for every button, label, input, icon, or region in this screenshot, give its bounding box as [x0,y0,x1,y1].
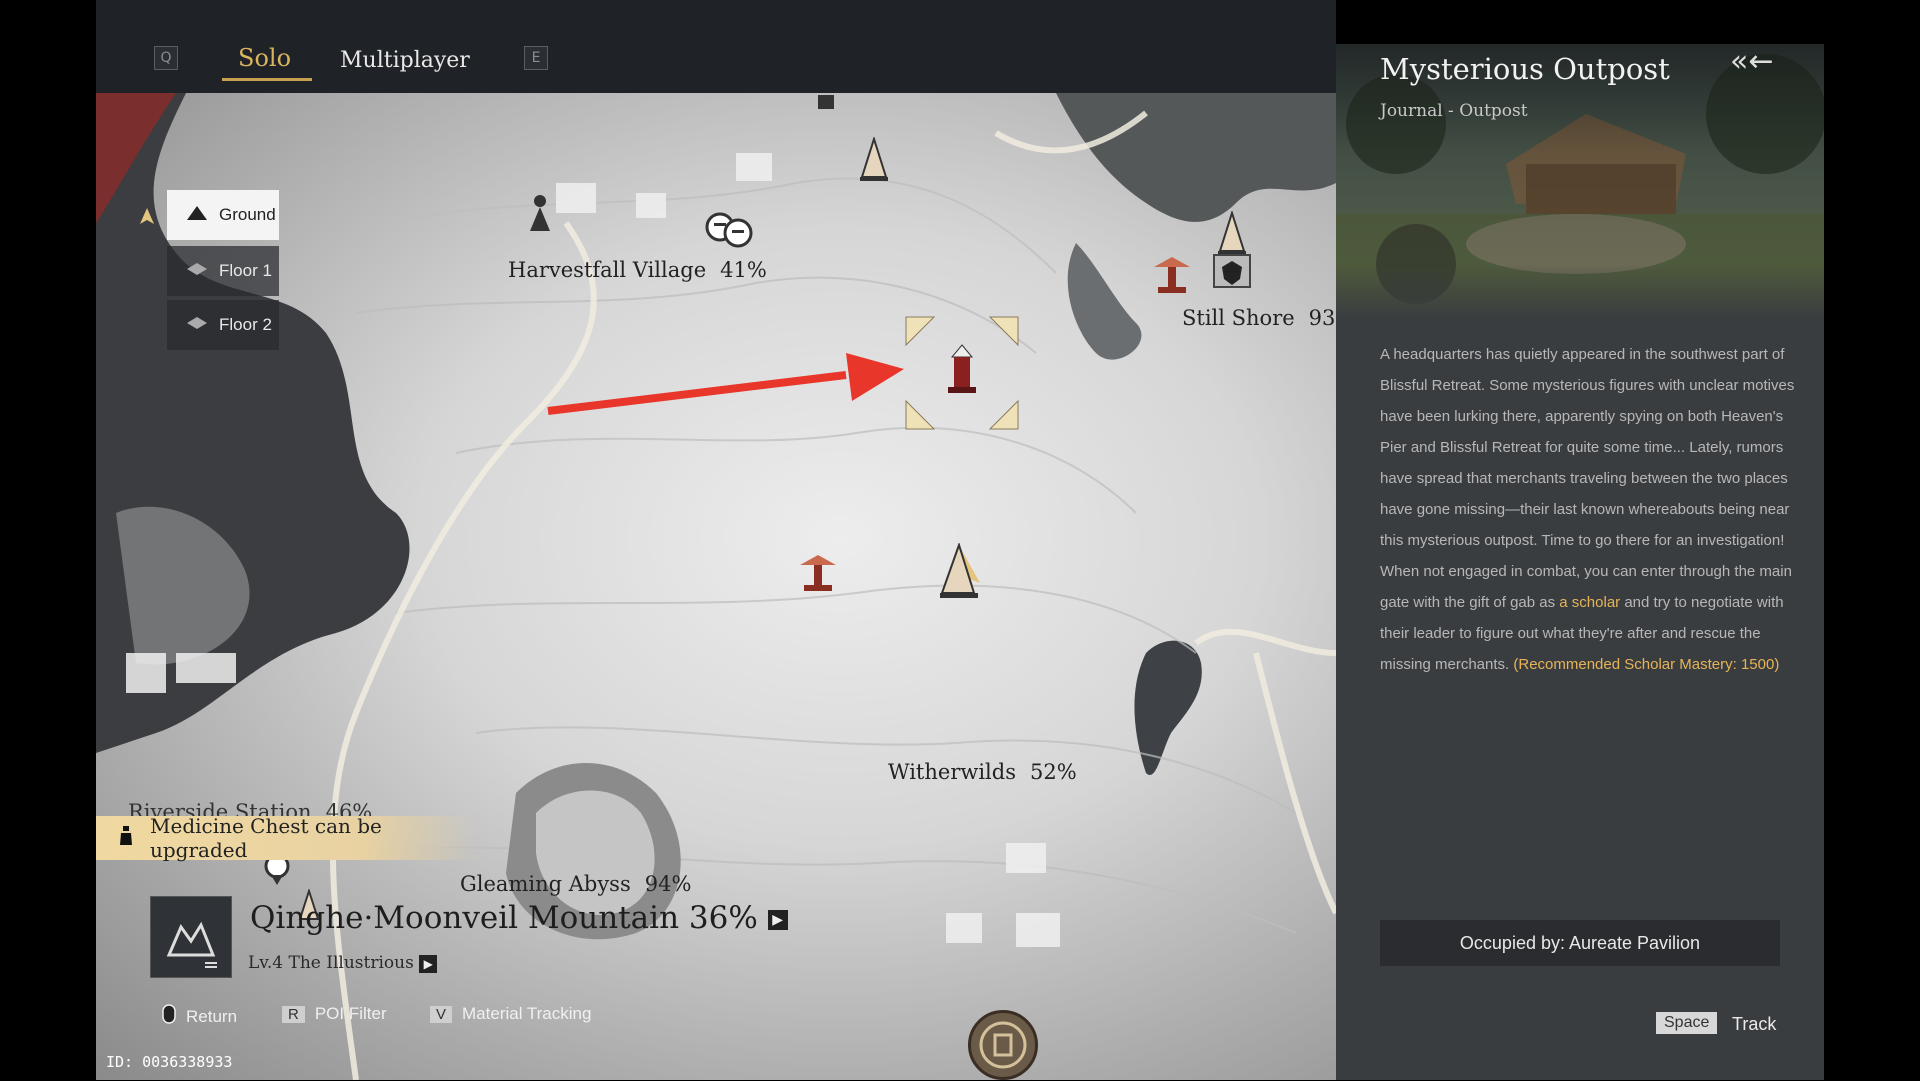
outpost-red-icon[interactable] [796,551,840,599]
hint-return[interactable]: Return [162,1004,237,1029]
floor-label: Floor 2 [219,315,272,334]
mouse-icon [162,1004,176,1029]
poi-name: Harvestfall Village [508,258,707,282]
tab-solo[interactable]: Solo [238,44,291,72]
shield-badge-icon[interactable] [1212,251,1252,295]
harvestfall-village-label: Harvestfall Village 41% [508,258,767,282]
description-text: A headquarters has quietly appeared in t… [1380,346,1795,611]
character-icon[interactable] [524,193,556,237]
poi-subtitle: Journal - Outpost [1380,101,1528,121]
tab-multiplayer[interactable]: Multiplayer [340,48,470,73]
next-tab-key[interactable]: E [524,46,548,70]
floor-1[interactable]: Floor 1 [167,246,279,296]
compass-button[interactable] [968,1010,1038,1080]
floor-ground[interactable]: Ground [167,190,279,240]
poi-name: Witherwilds [888,760,1016,784]
upgrade-notification[interactable]: Medicine Chest can be upgraded [96,814,476,862]
witherwilds-label: Witherwilds 52% [888,760,1077,784]
still-shore-label: Still Shore 93% [1182,306,1355,330]
region-name-text: Qinghe·Moonveil Mountain 36% [250,900,758,936]
hint-label: POI Filter [314,1004,387,1023]
player-id: ID: 0036338933 [106,1053,233,1071]
ground-floor-icon [185,204,209,227]
poi-percent: 94% [644,872,692,896]
medicine-bottle-icon [118,825,134,852]
poi-title: Mysterious Outpost [1380,52,1670,86]
poi-detail-panel: Mysterious Outpost Journal - Outpost «← … [1336,44,1824,1080]
track-button[interactable]: Track [1732,1014,1776,1035]
prev-tab-key[interactable]: Q [154,46,178,70]
compass-emblem-icon [979,1021,1027,1069]
hint-poi-filter[interactable]: R POI Filter [282,1004,387,1024]
waypoint-pillar-icon[interactable] [856,135,892,187]
floor-label: Ground [219,205,276,224]
floor-indicator-icon [138,206,156,230]
small-pin-icon[interactable] [814,93,838,117]
hint-label: Return [186,1006,238,1026]
hint-key: V [430,1005,453,1023]
floor-2[interactable]: Floor 2 [167,300,279,350]
region-title[interactable]: Qinghe·Moonveil Mountain 36% ▶ [250,900,788,936]
region-level[interactable]: Lv.4 The Illustrious ▶ [248,953,438,973]
poi-name: Gleaming Abyss [460,872,631,896]
chat-bubbles-icon[interactable] [704,211,754,255]
hint-label: Material Tracking [462,1004,592,1023]
sail-pillar-icon[interactable] [934,541,984,607]
active-tab-underline [222,78,312,81]
hint-material-tracking[interactable]: V Material Tracking [430,1004,591,1024]
region-level-text: Lv.4 The Illustrious [248,953,414,973]
region-emblem[interactable] [150,896,232,978]
mountain-crest-icon [166,921,217,968]
top-tab-bar: Q Solo Multiplayer E [96,0,1336,93]
track-key[interactable]: Space [1656,1012,1718,1034]
hint-key: R [282,1005,305,1023]
region-expand-icon[interactable]: ▶ [767,909,788,930]
description-highlight-mastery: (Recommended Scholar Mastery: 1500) [1513,656,1780,673]
poi-percent: 41% [720,258,767,282]
outpost-red-icon[interactable] [1150,253,1194,301]
floor-diamond-icon [185,261,209,282]
mysterious-outpost-icon[interactable] [944,343,980,399]
floor-label: Floor 1 [219,261,272,280]
floor-diamond-icon [185,315,209,336]
poi-percent: 52% [1030,760,1077,784]
occupied-by-label: Occupied by: Aureate Pavilion [1380,920,1780,966]
letterbox-right [1824,0,1920,1080]
notification-text: Medicine Chest can be upgraded [150,814,382,862]
letterbox-left [0,0,96,1080]
level-expand-icon[interactable]: ▶ [419,954,438,973]
poi-name: Still Shore [1182,306,1295,330]
poi-description: A headquarters has quietly appeared in t… [1380,339,1800,680]
description-highlight-scholar: a scholar [1559,594,1621,611]
collapse-panel-icon[interactable]: «← [1730,44,1774,79]
red-arrow-annotation [546,347,906,431]
gleaming-abyss-label: Gleaming Abyss 94% [460,872,691,896]
